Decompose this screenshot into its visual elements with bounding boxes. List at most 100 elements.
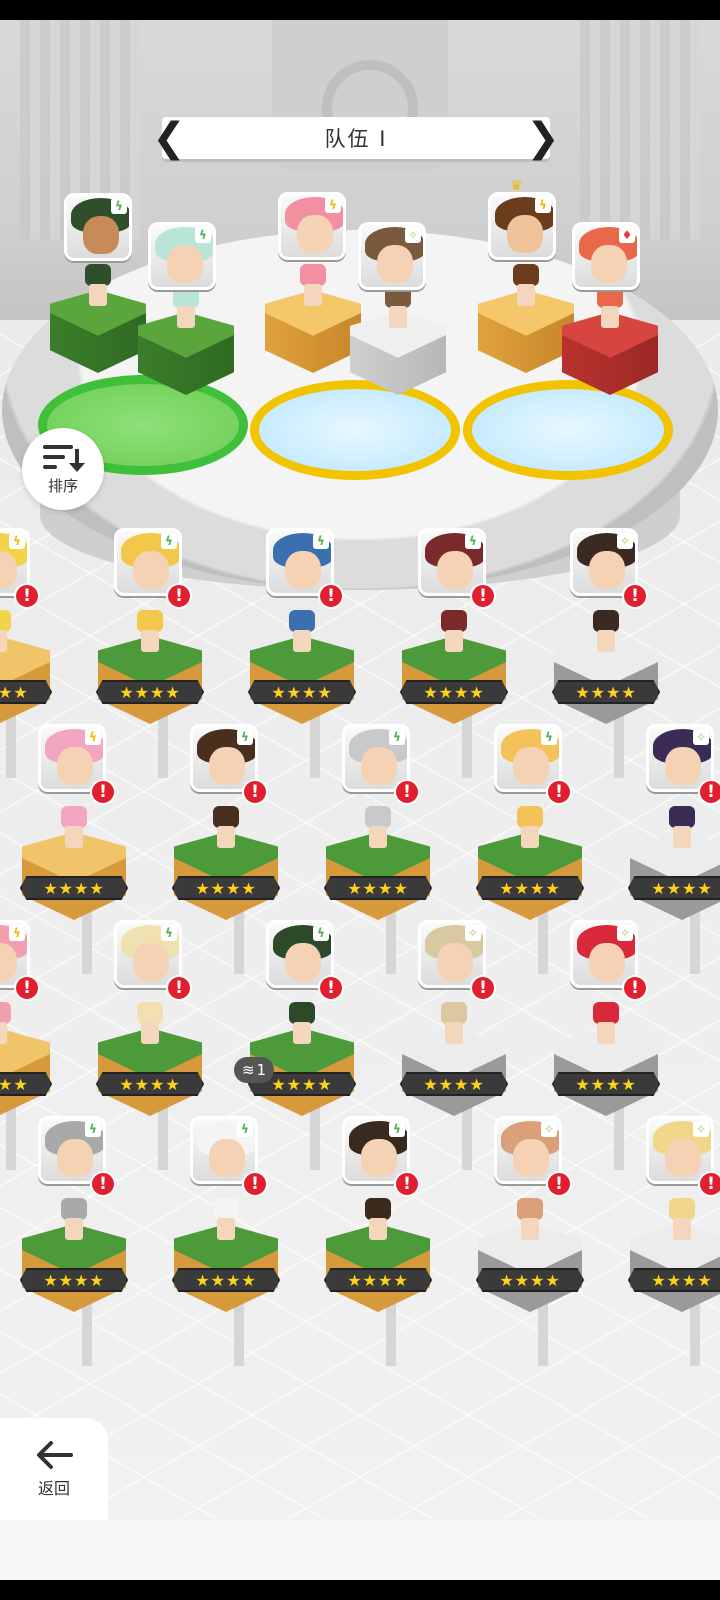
new-alert-badge: ! <box>394 1171 420 1197</box>
element-icon: ϟ <box>313 925 329 941</box>
element-icon: ϟ <box>389 729 405 745</box>
sprite-body <box>369 826 387 848</box>
new-alert-badge: ! <box>90 1171 116 1197</box>
sprite-body <box>89 284 107 306</box>
back-button[interactable]: 返回 <box>0 1418 108 1520</box>
hero-sprite <box>437 1002 471 1048</box>
bottom-strip <box>0 1520 720 1580</box>
new-alert-badge: ! <box>242 1171 268 1197</box>
hero-face <box>57 1139 93 1177</box>
hero-face <box>361 747 397 785</box>
back-label: 返回 <box>37 1479 70 1498</box>
element-icon: ϟ <box>541 729 557 745</box>
element-icon: ✧ <box>541 1121 557 1137</box>
element-icon: ♦ <box>619 227 635 243</box>
new-alert-badge: ! <box>698 1171 720 1197</box>
element-icon: ϟ <box>111 198 127 214</box>
element-icon: ✧ <box>693 729 709 745</box>
sprite-head <box>289 1002 315 1024</box>
hero-face <box>589 551 625 589</box>
sprite-head <box>137 1002 163 1024</box>
hero-face <box>133 551 169 589</box>
sprite-head <box>61 806 87 828</box>
new-alert-badge: ! <box>166 975 192 1001</box>
star-rating: ★★★★ <box>476 1268 584 1292</box>
hero-sprite <box>169 286 203 332</box>
element-icon: ϟ <box>465 533 481 549</box>
sprite-body <box>389 306 407 328</box>
new-alert-badge: ! <box>470 975 496 1001</box>
hero-sprite <box>361 1198 395 1244</box>
element-icon: ✧ <box>617 533 633 549</box>
hero-portrait[interactable]: ϟ <box>64 193 132 261</box>
hero-face <box>57 747 93 785</box>
hero-face <box>209 1139 245 1177</box>
new-alert-badge: ! <box>622 975 648 1001</box>
star-rating: ★★★★ <box>324 876 432 900</box>
sprite-head <box>0 610 11 632</box>
hero-sprite <box>665 806 699 852</box>
duplicate-count-badge: ≋ 1 <box>234 1057 274 1083</box>
star-rating: ★★★★ <box>0 1072 52 1096</box>
hero-face <box>209 747 245 785</box>
hero-portrait[interactable]: ♦ <box>572 222 640 290</box>
hero-face <box>437 943 473 981</box>
sprite-body <box>293 630 311 652</box>
element-icon: ϟ <box>9 925 25 941</box>
new-alert-badge: ! <box>318 975 344 1001</box>
prev-team-arrow-icon[interactable]: ❮ <box>152 115 186 161</box>
hero-face <box>513 747 549 785</box>
team-title: 队伍 I <box>324 127 388 151</box>
new-alert-badge: ! <box>546 1171 572 1197</box>
element-icon: ✧ <box>405 227 421 243</box>
star-rating: ★★★★ <box>172 1268 280 1292</box>
hero-portrait[interactable]: ϟ <box>488 192 556 260</box>
sprite-body <box>517 284 535 306</box>
sort-label: 排序 <box>47 476 78 495</box>
hero-portrait[interactable]: ✧ <box>358 222 426 290</box>
leader-crown-icon: ♛ <box>510 178 523 194</box>
sprite-head <box>365 1198 391 1220</box>
sprite-head <box>61 1198 87 1220</box>
next-team-arrow-icon[interactable]: ❯ <box>526 115 560 161</box>
element-icon: ϟ <box>9 533 25 549</box>
arena-scene: ϟ ϟ ϟ ✧ ϟ ♛ ♦ ★★★★ ϟ! ★★★★ ϟ! ★★★★ ϟ! ★★★★ ϟ! ★★★★ ✧! ★★… <box>0 20 720 1520</box>
hero-face <box>285 943 321 981</box>
hero-sprite <box>285 1002 319 1048</box>
sprite-head <box>213 806 239 828</box>
hero-portrait[interactable]: ϟ <box>148 222 216 290</box>
element-icon: ✧ <box>465 925 481 941</box>
hero-face <box>437 551 473 589</box>
sprite-head <box>300 264 326 286</box>
sprite-body <box>521 826 539 848</box>
element-icon: ✧ <box>617 925 633 941</box>
new-alert-badge: ! <box>698 779 720 805</box>
hero-sprite <box>665 1198 699 1244</box>
sprite-head <box>0 1002 11 1024</box>
element-icon: ϟ <box>161 533 177 549</box>
sprite-body <box>217 1218 235 1240</box>
sprite-body <box>65 1218 83 1240</box>
star-rating: ★★★★ <box>0 680 52 704</box>
new-alert-badge: ! <box>318 583 344 609</box>
star-rating: ★★★★ <box>20 1268 128 1292</box>
sprite-body <box>369 1218 387 1240</box>
hero-portrait[interactable]: ϟ <box>278 192 346 260</box>
sprite-body <box>445 630 463 652</box>
element-icon: ϟ <box>325 197 341 213</box>
hero-sprite <box>361 806 395 852</box>
star-rating: ★★★★ <box>400 1072 508 1096</box>
hero-face <box>297 215 333 253</box>
hero-face <box>133 943 169 981</box>
sprite-head <box>593 1002 619 1024</box>
hero-sprite <box>296 264 330 310</box>
hero-face <box>507 215 543 253</box>
sprite-body <box>293 1022 311 1044</box>
star-rating: ★★★★ <box>552 680 660 704</box>
sort-button[interactable]: 排序 <box>22 428 104 510</box>
sprite-head <box>365 806 391 828</box>
element-icon: ϟ <box>313 533 329 549</box>
stack-icon: ≋ <box>241 1061 255 1079</box>
sort-icon <box>43 444 85 472</box>
hero-face <box>285 551 321 589</box>
